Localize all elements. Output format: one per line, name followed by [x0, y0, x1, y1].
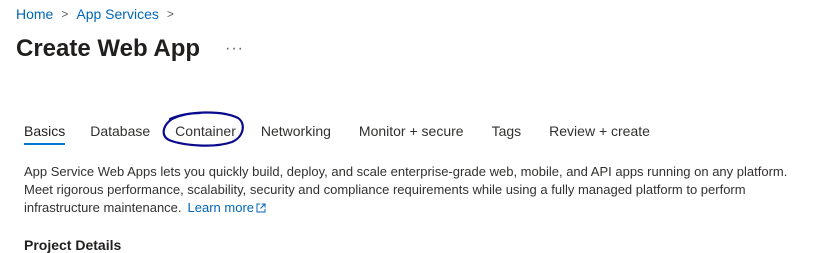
ellipsis-icon[interactable]: ···: [225, 40, 244, 58]
breadcrumb-separator: >: [166, 7, 174, 21]
tab-database[interactable]: Database: [90, 123, 150, 145]
page-title: Create Web App: [16, 35, 201, 62]
breadcrumb: Home > App Services >: [16, 6, 182, 22]
external-link-icon: [256, 200, 266, 218]
learn-more-link[interactable]: Learn more: [188, 200, 266, 215]
tab-tags[interactable]: Tags: [492, 123, 522, 145]
description-body: App Service Web Apps lets you quickly bu…: [24, 164, 788, 215]
breadcrumb-separator: >: [61, 7, 69, 21]
breadcrumb-home-link[interactable]: Home: [16, 6, 53, 22]
learn-more-label: Learn more: [187, 200, 255, 215]
tab-bar: Basics Database Container Networking Mon…: [24, 123, 650, 145]
project-details-heading: Project Details: [24, 237, 122, 253]
breadcrumb-app-services-link[interactable]: App Services: [76, 6, 158, 22]
tab-container[interactable]: Container: [175, 123, 236, 145]
description-text: App Service Web Apps lets you quickly bu…: [24, 163, 814, 218]
tab-monitor-secure[interactable]: Monitor + secure: [359, 123, 464, 145]
tab-basics[interactable]: Basics: [24, 123, 66, 145]
tab-review-create[interactable]: Review + create: [549, 123, 650, 145]
tab-networking[interactable]: Networking: [261, 123, 331, 145]
